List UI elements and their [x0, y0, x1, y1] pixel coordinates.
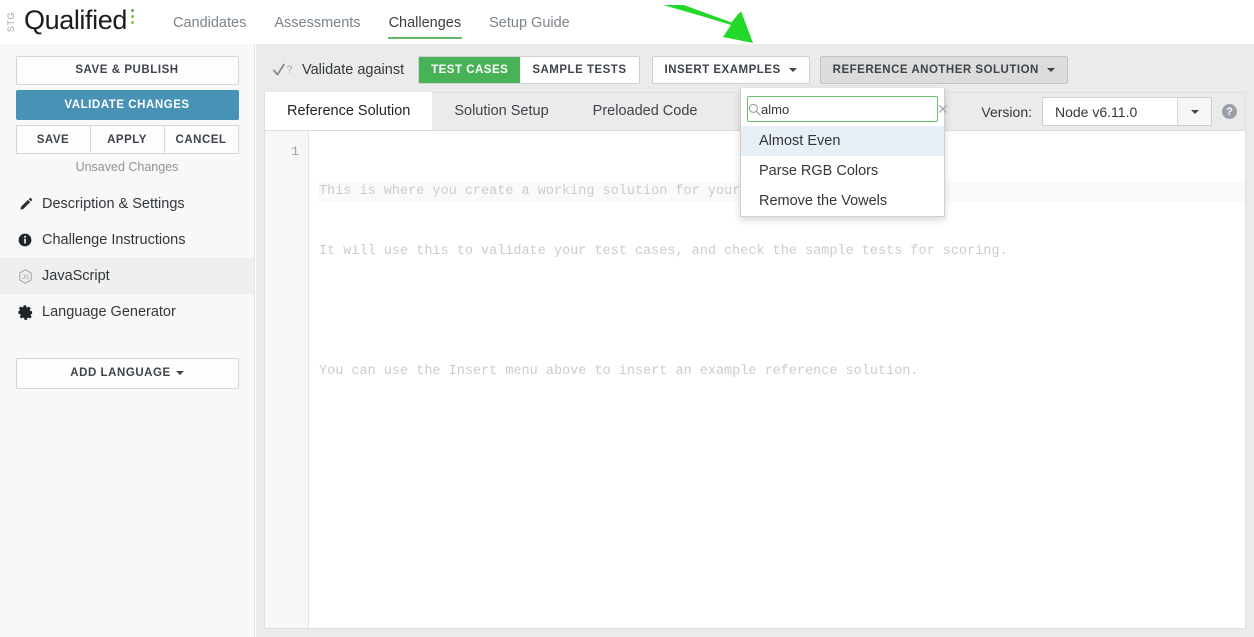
- tab-preloaded-code[interactable]: Preloaded Code: [571, 92, 720, 130]
- save-button[interactable]: SAVE: [15, 125, 91, 154]
- help-icon[interactable]: ?: [1222, 104, 1237, 119]
- svg-text:JS: JS: [22, 274, 29, 281]
- javascript-icon: JS: [18, 268, 42, 284]
- apply-button[interactable]: APPLY: [90, 125, 165, 154]
- version-label: Version:: [981, 103, 1032, 120]
- test-cases-button[interactable]: TEST CASES: [419, 57, 521, 83]
- brand-dots-icon: [130, 9, 134, 27]
- primary-nav: Candidates Assessments Challenges Setup …: [172, 0, 571, 44]
- brand-text: Qualified: [24, 5, 127, 35]
- main-content: ? Validate against TEST CASES SAMPLE TES…: [256, 0, 1254, 637]
- chevron-down-icon[interactable]: [1177, 98, 1211, 125]
- validate-target-segmented-control: TEST CASES SAMPLE TESTS: [418, 56, 640, 84]
- check-question-icon: ?: [272, 62, 294, 78]
- validate-against-text: Validate against: [302, 62, 405, 78]
- validation-toolbar: ? Validate against TEST CASES SAMPLE TES…: [264, 0, 1246, 217]
- add-language-label: ADD LANGUAGE: [70, 367, 171, 379]
- tab-reference-solution[interactable]: Reference Solution: [265, 92, 433, 130]
- dropdown-item-remove-the-vowels[interactable]: Remove the Vowels: [741, 186, 944, 216]
- validate-changes-button[interactable]: VALIDATE CHANGES: [15, 90, 239, 120]
- unsaved-changes-status: Unsaved Changes: [75, 160, 179, 174]
- sidebar-item-description-settings[interactable]: Description & Settings: [0, 186, 254, 222]
- sidebar-item-label: Description & Settings: [42, 196, 185, 212]
- reference-solution-dropdown: ✕ Almost Even Parse RGB Colors Remove th…: [740, 88, 949, 217]
- brand-logo: Qualified: [24, 5, 134, 36]
- sidebar-item-label: Language Generator: [42, 304, 176, 320]
- sidebar-item-label: Challenge Instructions: [42, 232, 186, 248]
- nav-link-assessments[interactable]: Assessments: [273, 3, 361, 42]
- solution-search-field[interactable]: ✕: [747, 96, 949, 122]
- pencil-icon: [18, 197, 42, 212]
- code-line: It will use this to validate your test c…: [319, 244, 1008, 259]
- info-icon: [18, 233, 42, 247]
- search-input[interactable]: [761, 101, 937, 117]
- save-apply-cancel-group: SAVE APPLY CANCEL: [15, 125, 239, 154]
- sidebar-item-language-generator[interactable]: Language Generator: [0, 294, 254, 330]
- nav-link-candidates[interactable]: Candidates: [172, 3, 247, 42]
- reference-another-solution-button[interactable]: REFERENCE ANOTHER SOLUTION: [819, 56, 1068, 84]
- validate-against-label: ? Validate against: [272, 62, 404, 78]
- sidebar-nav-list: Description & Settings Challenge Instruc…: [0, 186, 254, 330]
- nav-link-setup-guide[interactable]: Setup Guide: [488, 3, 571, 42]
- code-line: You can use the Insert menu above to ins…: [319, 364, 919, 379]
- add-language-button[interactable]: ADD LANGUAGE: [15, 358, 239, 389]
- svg-text:?: ?: [287, 65, 293, 76]
- chevron-down-icon: [1046, 68, 1055, 72]
- insert-examples-button[interactable]: INSERT EXAMPLES: [651, 56, 810, 84]
- tab-solution-setup[interactable]: Solution Setup: [432, 92, 570, 130]
- sample-tests-button[interactable]: SAMPLE TESTS: [520, 57, 639, 83]
- sidebar: SAVE & PUBLISH VALIDATE CHANGES SAVE APP…: [0, 44, 255, 637]
- line-number: 1: [291, 144, 299, 159]
- insert-examples-label: INSERT EXAMPLES: [664, 64, 781, 76]
- top-navigation-bar: STG Qualified Candidates Assessments Cha…: [0, 0, 1254, 44]
- clear-search-icon[interactable]: ✕: [937, 102, 949, 116]
- search-icon: [748, 103, 761, 116]
- gear-icon: [18, 304, 42, 320]
- sidebar-item-label: JavaScript: [42, 268, 110, 284]
- nav-link-challenges[interactable]: Challenges: [387, 3, 463, 42]
- dropdown-item-parse-rgb-colors[interactable]: Parse RGB Colors: [741, 156, 944, 186]
- line-number-gutter: 1: [265, 131, 309, 628]
- save-and-publish-button[interactable]: SAVE & PUBLISH: [15, 56, 239, 85]
- version-selector-group: Version: Node v6.11.0 ?: [981, 97, 1237, 126]
- dropdown-item-almost-even[interactable]: Almost Even: [741, 126, 944, 156]
- cancel-button[interactable]: CANCEL: [164, 125, 239, 154]
- reference-another-solution-label: REFERENCE ANOTHER SOLUTION: [832, 64, 1039, 76]
- sidebar-item-challenge-instructions[interactable]: Challenge Instructions: [0, 222, 254, 258]
- sidebar-item-javascript[interactable]: JS JavaScript: [0, 258, 254, 294]
- environment-badge: STG: [6, 12, 16, 33]
- chevron-down-icon: [788, 68, 797, 72]
- version-value: Node v6.11.0: [1055, 103, 1138, 120]
- chevron-down-icon: [175, 370, 184, 375]
- version-select[interactable]: Node v6.11.0: [1042, 97, 1212, 126]
